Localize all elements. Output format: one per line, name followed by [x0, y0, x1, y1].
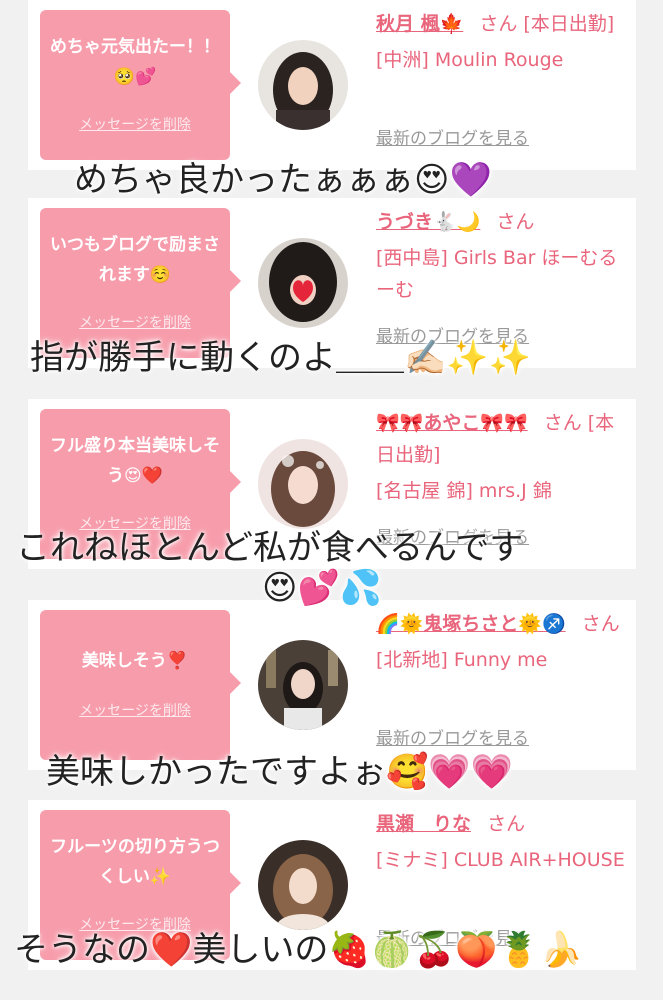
cast-name-link[interactable]: 🌈🌞鬼塚ちさと🌞♐️ — [376, 613, 566, 635]
overlay-caption: そうなの❤️美しいの🍓🍈🍒🍑🍍🍌 — [14, 930, 583, 970]
status-label: [本日出勤] — [523, 13, 615, 35]
cast-info: 黒瀬 りな さん [ミナミ] CLUB AIR+HOUSE — [376, 808, 628, 876]
overlay-caption: 指が勝手に動くのよ＿＿✍🏻✨✨ — [30, 338, 532, 378]
delete-message-link[interactable]: メッセージを削除 — [40, 700, 230, 720]
area-label: [ミナミ] — [376, 849, 448, 871]
avatar[interactable] — [258, 439, 348, 529]
area-label: [名古屋 錦] — [376, 480, 473, 502]
message-text: 美味しそう❣️ — [81, 651, 189, 671]
shop-name: mrs.J 錦 — [478, 480, 552, 502]
honorific: さん — [581, 613, 620, 635]
avatar[interactable] — [258, 840, 348, 930]
message-text: めちゃ元気出たー！！🥺💕 — [50, 37, 220, 87]
cast-info: 秋月 楓🍁 さん [本日出勤] [中洲] Moulin Rouge — [376, 8, 628, 76]
message-bubble: めちゃ元気出たー！！🥺💕 メッセージを削除 — [40, 10, 241, 160]
message-text: いつもブログで励まされます☺️ — [50, 235, 220, 285]
area-label: [北新地] — [376, 649, 448, 671]
avatar[interactable] — [258, 40, 348, 130]
avatar[interactable] — [258, 640, 348, 730]
shop-name: Funny me — [453, 649, 548, 671]
cast-info: 🎀🎀あやこ🎀🎀 さん [本日出勤] [名古屋 錦] mrs.J 錦 — [376, 407, 628, 507]
cast-info: うづき🐇🌙 さん [西中島] Girls Bar ほーむるーむ — [376, 206, 628, 306]
shop-name: Moulin Rouge — [434, 49, 564, 71]
cast-info: 🌈🌞鬼塚ちさと🌞♐️ さん [北新地] Funny me — [376, 608, 628, 676]
honorific: さん — [496, 211, 535, 233]
message-text: フルーツの切り方うつくしい✨ — [50, 837, 220, 887]
cast-name-link[interactable]: うづき🐇🌙 — [376, 211, 480, 233]
message-bubble: 美味しそう❣️ メッセージを削除 — [40, 610, 241, 760]
cast-name-link[interactable]: 🎀🎀あやこ🎀🎀 — [376, 412, 528, 434]
delete-message-link[interactable]: メッセージを削除 — [40, 312, 230, 332]
latest-blog-link[interactable]: 最新のブログを見る — [376, 124, 529, 149]
delete-message-link[interactable]: メッセージを削除 — [40, 114, 230, 134]
overlay-caption: 美味しかったですよぉ🥰💗💗 — [46, 752, 514, 792]
area-label: [西中島] — [376, 247, 448, 269]
message-card: めちゃ元気出たー！！🥺💕 メッセージを削除 秋月 楓🍁 さん [本日出勤] [中… — [28, 0, 636, 170]
overlay-caption: めちゃ良かったぁぁぁ😍💜 — [74, 160, 492, 200]
cast-name-link[interactable]: 秋月 楓🍁 — [376, 13, 463, 35]
overlay-caption: これねほとんど私が食べるんです — [16, 528, 524, 568]
honorific: さん — [479, 13, 518, 35]
honorific: さん — [543, 412, 582, 434]
avatar[interactable] — [258, 238, 348, 328]
honorific: さん — [487, 813, 526, 835]
message-text: フル盛り本当美味しそう😍❤️ — [50, 436, 220, 486]
shop-name: CLUB AIR+HOUSE — [453, 849, 625, 871]
overlay-caption: 😍💕💦 — [262, 568, 383, 608]
cast-name-link[interactable]: 黒瀬 りな — [376, 813, 471, 835]
area-label: [中洲] — [376, 49, 429, 71]
